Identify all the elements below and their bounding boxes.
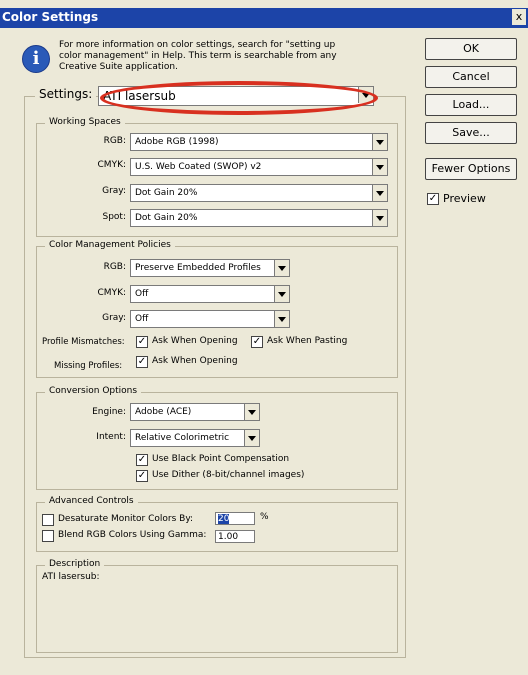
ws-spot-value: Dot Gain 20% [135, 213, 198, 223]
chevron-down-icon[interactable] [372, 210, 387, 226]
cancel-button[interactable]: Cancel [425, 66, 517, 88]
cmp-cmyk-label: CMYK: [97, 288, 126, 298]
close-icon[interactable]: x [512, 9, 526, 25]
engine-select[interactable]: Adobe (ACE) [130, 403, 260, 421]
ws-cmyk-select[interactable]: U.S. Web Coated (SWOP) v2 [130, 158, 388, 176]
missing-profiles-label: Missing Profiles: [54, 361, 123, 371]
title-bar: Color Settings x [0, 8, 528, 28]
engine-value: Adobe (ACE) [135, 407, 192, 417]
cmp-gray-select[interactable]: Off [130, 310, 290, 328]
advanced-group: Advanced Controls [36, 496, 398, 552]
fewer-options-button[interactable]: Fewer Options [425, 158, 517, 180]
info-icon: i [22, 45, 50, 73]
chevron-down-icon[interactable] [244, 430, 259, 446]
ask-when-opening-checkbox[interactable]: ✓ [136, 336, 148, 348]
bpc-checkbox[interactable]: ✓ [136, 454, 148, 466]
bpc-label: Use Black Point Compensation [152, 454, 290, 464]
chevron-down-icon[interactable] [274, 311, 289, 327]
dither-label: Use Dither (8-bit/channel images) [152, 470, 305, 480]
info-line-1: For more information on color settings, … [59, 40, 336, 50]
missing-ask-opening-label: Ask When Opening [152, 356, 238, 366]
advanced-legend: Advanced Controls [45, 496, 138, 506]
ws-gray-value: Dot Gain 20% [135, 188, 198, 198]
chevron-down-icon[interactable] [372, 159, 387, 175]
ws-cmyk-value: U.S. Web Coated (SWOP) v2 [135, 162, 262, 172]
profile-mismatches-label: Profile Mismatches: [42, 337, 125, 347]
cmp-gray-label: Gray: [102, 313, 126, 323]
ws-spot-label: Spot: [102, 212, 127, 222]
settings-label: Settings: [35, 87, 97, 101]
preview-label: Preview [443, 192, 486, 205]
window-title: Color Settings [2, 10, 99, 24]
ws-gray-label: Gray: [102, 186, 126, 196]
cmp-rgb-label: RGB: [103, 262, 126, 272]
cmp-rgb-select[interactable]: Preserve Embedded Profiles [130, 259, 290, 277]
description-legend: Description [45, 559, 105, 569]
ws-rgb-value: Adobe RGB (1998) [135, 137, 219, 147]
ask-when-pasting-checkbox[interactable]: ✓ [251, 336, 263, 348]
cmp-rgb-value: Preserve Embedded Profiles [135, 263, 261, 273]
save-button[interactable]: Save... [425, 122, 517, 144]
desaturate-label: Desaturate Monitor Colors By: [58, 514, 194, 524]
intent-select[interactable]: Relative Colorimetric [130, 429, 260, 447]
ws-rgb-select[interactable]: Adobe RGB (1998) [130, 133, 388, 151]
chevron-down-icon[interactable] [372, 134, 387, 150]
working-spaces-legend: Working Spaces [45, 117, 125, 127]
ask-when-pasting-label: Ask When Pasting [267, 336, 348, 346]
missing-ask-opening-checkbox[interactable]: ✓ [136, 356, 148, 368]
desaturate-checkbox[interactable] [42, 514, 54, 526]
chevron-down-icon[interactable] [274, 260, 289, 276]
load-button[interactable]: Load... [425, 94, 517, 116]
engine-label: Engine: [92, 407, 126, 417]
ws-cmyk-label: CMYK: [97, 160, 126, 170]
blend-gamma-field[interactable]: 1.00 [215, 530, 255, 543]
info-line-2: color management" in Help. This term is … [59, 51, 337, 61]
chevron-down-icon[interactable] [244, 404, 259, 420]
blend-gamma-checkbox[interactable] [42, 530, 54, 542]
cmp-cmyk-select[interactable]: Off [130, 285, 290, 303]
preview-checkbox[interactable]: ✓ [427, 193, 439, 205]
ok-button[interactable]: OK [425, 38, 517, 60]
desaturate-field[interactable]: 20 [215, 512, 255, 525]
info-text: For more information on color settings, … [59, 40, 379, 73]
chevron-down-icon[interactable] [274, 286, 289, 302]
desaturate-value: 20 [218, 514, 230, 524]
percent-label: % [260, 512, 269, 522]
conversion-legend: Conversion Options [45, 386, 142, 396]
ws-gray-select[interactable]: Dot Gain 20% [130, 184, 388, 202]
description-text: ATI lasersub: [42, 572, 100, 582]
intent-label: Intent: [96, 432, 126, 442]
color-settings-dialog: Color Settings x i For more information … [0, 0, 528, 675]
dither-checkbox[interactable]: ✓ [136, 470, 148, 482]
policies-legend: Color Management Policies [45, 240, 175, 250]
intent-value: Relative Colorimetric [135, 433, 230, 443]
cmp-cmyk-value: Off [135, 289, 149, 299]
cmp-gray-value: Off [135, 314, 149, 324]
chevron-down-icon[interactable] [372, 185, 387, 201]
ws-spot-select[interactable]: Dot Gain 20% [130, 209, 388, 227]
ws-rgb-label: RGB: [103, 136, 126, 146]
info-line-3: Creative Suite application. [59, 62, 178, 72]
ask-when-opening-label: Ask When Opening [152, 336, 238, 346]
highlight-ellipse [100, 81, 378, 115]
blend-gamma-label: Blend RGB Colors Using Gamma: [58, 530, 207, 540]
